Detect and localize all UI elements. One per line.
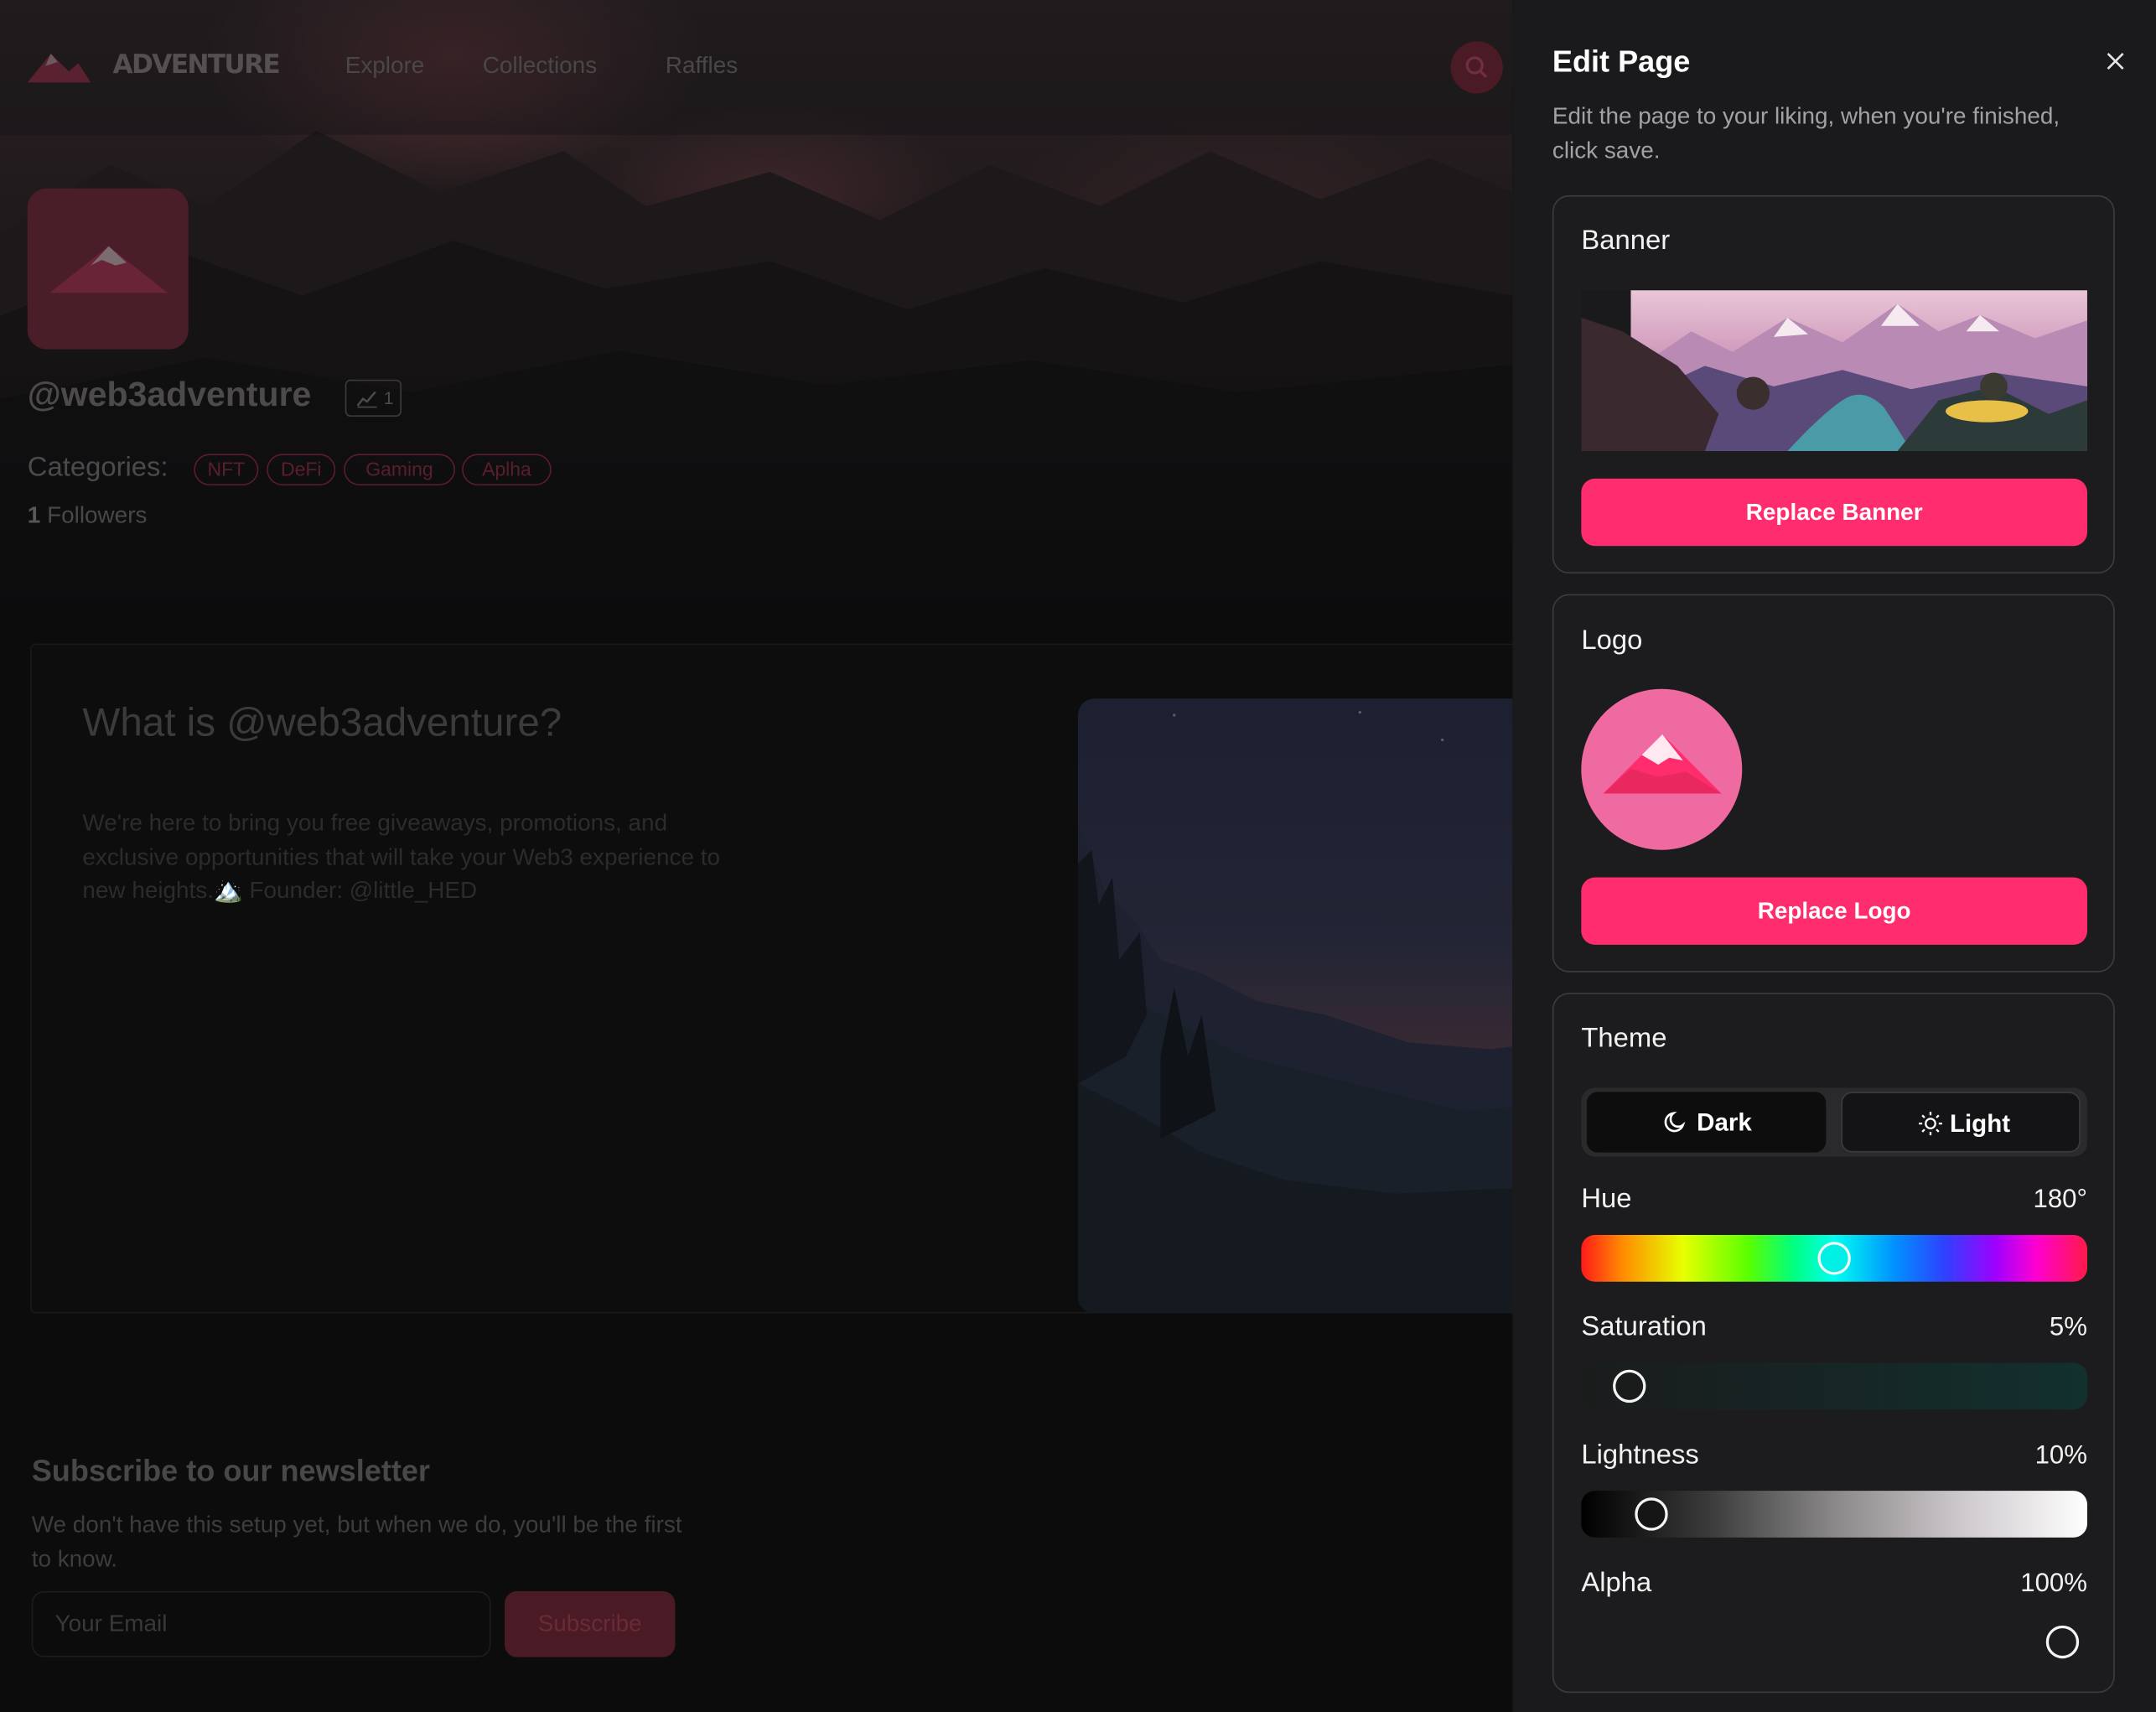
lightness-label: Lightness xyxy=(1581,1440,1699,1471)
hue-slider[interactable] xyxy=(1581,1234,2087,1282)
sun-icon xyxy=(1919,1112,1942,1136)
light-theme-button[interactable]: Light xyxy=(1841,1092,2081,1153)
saturation-value: 5% xyxy=(2049,1313,2087,1342)
category-tag[interactable]: DeFi xyxy=(267,454,336,486)
alpha-slider-thumb[interactable] xyxy=(2045,1625,2080,1659)
mountain-logo-icon xyxy=(1603,734,1722,794)
about-title: What is @web3adventure? xyxy=(82,701,562,746)
profile-handle: @web3adventure xyxy=(27,375,312,414)
background-page: ADVENTURE Explore Collections Raffles @w… xyxy=(0,0,1513,1712)
newsletter-title: Subscribe to our newsletter xyxy=(31,1453,430,1488)
lightness-slider-thumb[interactable] xyxy=(1635,1497,1668,1531)
close-icon[interactable] xyxy=(2105,51,2126,72)
mountain-logo-icon xyxy=(49,246,168,293)
email-field[interactable] xyxy=(31,1590,491,1658)
banner-label: Banner xyxy=(1581,226,1671,257)
followers-count: 1 Followers xyxy=(28,502,148,530)
chart-icon xyxy=(356,391,377,408)
logo-label: Logo xyxy=(1581,625,1643,656)
dark-theme-button[interactable]: Dark xyxy=(1586,1092,1827,1153)
newsletter-text: We don't have this setup yet, but when w… xyxy=(31,1511,682,1572)
mountain-logo-icon[interactable] xyxy=(27,49,91,86)
banner-preview xyxy=(1581,290,2087,452)
nav-link-raffles[interactable]: Raffles xyxy=(666,52,738,80)
about-text: We're here to bring you free giveaways, … xyxy=(82,810,720,904)
lightness-slider[interactable] xyxy=(1581,1491,2087,1538)
nav-link-explore[interactable]: Explore xyxy=(345,52,425,80)
about-image xyxy=(1077,698,1513,1314)
lightness-value: 10% xyxy=(2034,1441,2087,1471)
stats-count: 1 xyxy=(383,387,394,409)
hue-slider-thumb[interactable] xyxy=(1817,1242,1851,1275)
nav-link-collections[interactable]: Collections xyxy=(483,52,597,80)
search-button[interactable] xyxy=(1450,41,1503,94)
logo-preview xyxy=(1581,688,1743,850)
theme-label: Theme xyxy=(1581,1023,1667,1054)
dark-label: Dark xyxy=(1697,1108,1752,1136)
category-tag[interactable]: Gaming xyxy=(344,454,455,486)
moon-icon xyxy=(1664,1111,1686,1133)
alpha-slider[interactable] xyxy=(1581,1619,2087,1666)
brand-name[interactable]: ADVENTURE xyxy=(113,49,281,80)
alpha-value: 100% xyxy=(2020,1569,2087,1599)
banner-landscape-image xyxy=(1581,290,2087,452)
hue-value: 180° xyxy=(2033,1185,2087,1215)
hue-label: Hue xyxy=(1581,1184,1632,1215)
stats-badge[interactable]: 1 xyxy=(345,379,402,418)
panel-description: Edit the page to your liking, when you'r… xyxy=(1552,103,2060,163)
panel-title: Edit Page xyxy=(1552,44,1691,79)
category-tag[interactable]: Aplha xyxy=(462,454,552,486)
replace-banner-button[interactable]: Replace Banner xyxy=(1581,478,2087,547)
saturation-slider[interactable] xyxy=(1581,1362,2087,1410)
alpha-label: Alpha xyxy=(1581,1567,1652,1599)
category-tag[interactable]: NFT xyxy=(194,454,259,486)
saturation-slider-thumb[interactable] xyxy=(1612,1369,1646,1403)
saturation-label: Saturation xyxy=(1581,1311,1707,1342)
categories-label: Categories: xyxy=(27,452,168,483)
light-label: Light xyxy=(1949,1109,2011,1138)
replace-logo-button[interactable]: Replace Logo xyxy=(1581,877,2087,945)
followers-number: 1 xyxy=(27,501,41,528)
search-icon xyxy=(1465,56,1488,79)
night-mountain-illustration xyxy=(1077,711,1513,1314)
top-navbar: ADVENTURE Explore Collections Raffles xyxy=(0,0,1513,135)
subscribe-button[interactable]: Subscribe xyxy=(504,1590,676,1658)
profile-avatar xyxy=(27,188,189,350)
followers-label: Followers xyxy=(47,501,148,528)
